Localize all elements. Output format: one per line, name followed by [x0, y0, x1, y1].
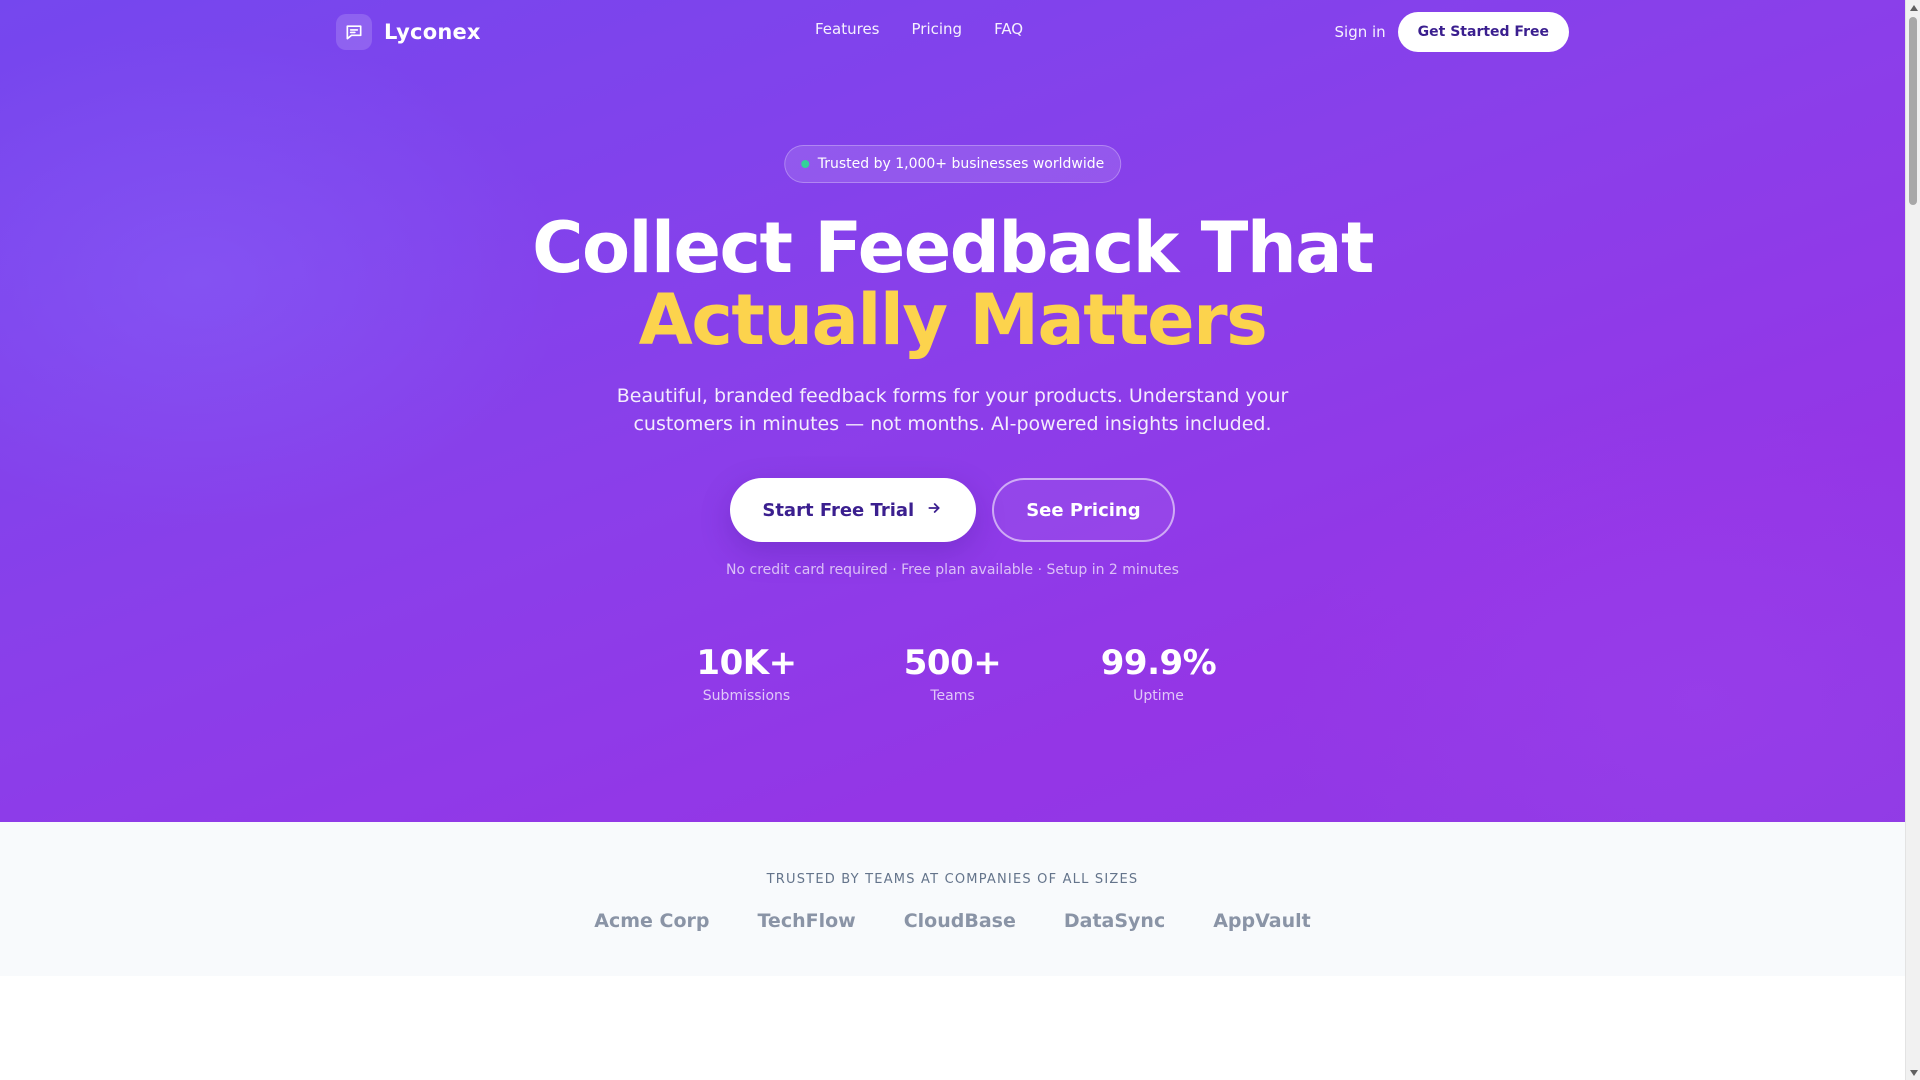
headline-line-1: Collect Feedback That	[532, 207, 1374, 289]
sign-in-link[interactable]: Sign in	[1335, 23, 1386, 41]
top-nav: Lyconex Features Pricing FAQ Sign in Get…	[0, 0, 1905, 64]
trust-badge: Trusted by 1,000+ businesses worldwide	[783, 145, 1122, 183]
nav-actions: Sign in Get Started Free	[1335, 12, 1569, 52]
get-started-button[interactable]: Get Started Free	[1397, 12, 1569, 52]
nav-link-pricing[interactable]: Pricing	[912, 20, 963, 38]
brand-logo[interactable]: Lyconex	[336, 12, 481, 52]
nav-link-features[interactable]: Features	[815, 20, 880, 38]
company-logo-datasync: DataSync	[1063, 910, 1166, 932]
scrollbar-thumb[interactable]	[1909, 17, 1917, 205]
hero-headline: Collect Feedback That Actually Matters	[0, 212, 1905, 356]
scroll-up-icon[interactable]	[1906, 0, 1920, 15]
hero-subheading: Beautiful, branded feedback forms for yo…	[616, 385, 1289, 435]
brand-name: Lyconex	[384, 20, 481, 44]
trusted-by-section: TRUSTED BY TEAMS AT COMPANIES OF ALL SIZ…	[0, 822, 1905, 976]
stat-label: Teams	[930, 688, 975, 704]
company-logo-appvault: AppVault	[1213, 910, 1311, 932]
nav-links: Features Pricing FAQ	[815, 20, 1023, 38]
hero-section: Lyconex Features Pricing FAQ Sign in Get…	[0, 0, 1905, 822]
stat-uptime: 99.9% Uptime	[1086, 642, 1232, 704]
arrow-right-icon	[926, 500, 942, 521]
stat-value: 10K+	[696, 643, 797, 683]
status-dot-icon	[800, 160, 809, 168]
vertical-scrollbar[interactable]	[1905, 0, 1920, 1080]
trusted-heading: TRUSTED BY TEAMS AT COMPANIES OF ALL SIZ…	[766, 872, 1139, 887]
company-logo-techflow: TechFlow	[757, 910, 856, 932]
stats-row: 10K+ Submissions 500+ Teams 99.9% Uptime	[0, 642, 1905, 704]
stat-label: Submissions	[702, 688, 791, 704]
headline-line-2: Actually Matters	[638, 279, 1268, 361]
nav-link-faq[interactable]: FAQ	[994, 20, 1023, 38]
start-free-trial-button[interactable]: Start Free Trial	[730, 478, 977, 542]
company-logo-cloudbase: CloudBase	[903, 910, 1016, 932]
trust-badge-text: Trusted by 1,000+ businesses worldwide	[817, 156, 1105, 172]
start-free-trial-label: Start Free Trial	[762, 499, 915, 521]
stat-submissions: 10K+ Submissions	[674, 642, 820, 704]
chat-bubble-icon	[336, 14, 372, 50]
stat-value: 500+	[903, 643, 1002, 683]
landing-page: Lyconex Features Pricing FAQ Sign in Get…	[0, 0, 1905, 1080]
company-logo-acme: Acme Corp	[594, 910, 710, 932]
stat-teams: 500+ Teams	[880, 642, 1026, 704]
company-logos: Acme Corp TechFlow CloudBase DataSync Ap…	[0, 910, 1905, 932]
stat-value: 99.9%	[1100, 643, 1217, 683]
cta-fineprint: No credit card required · Free plan avai…	[726, 562, 1179, 578]
scroll-down-icon[interactable]	[1906, 1065, 1920, 1080]
hero-cta-group: Start Free Trial See Pricing	[0, 478, 1905, 542]
see-pricing-button[interactable]: See Pricing	[992, 478, 1175, 542]
stat-label: Uptime	[1133, 688, 1184, 704]
